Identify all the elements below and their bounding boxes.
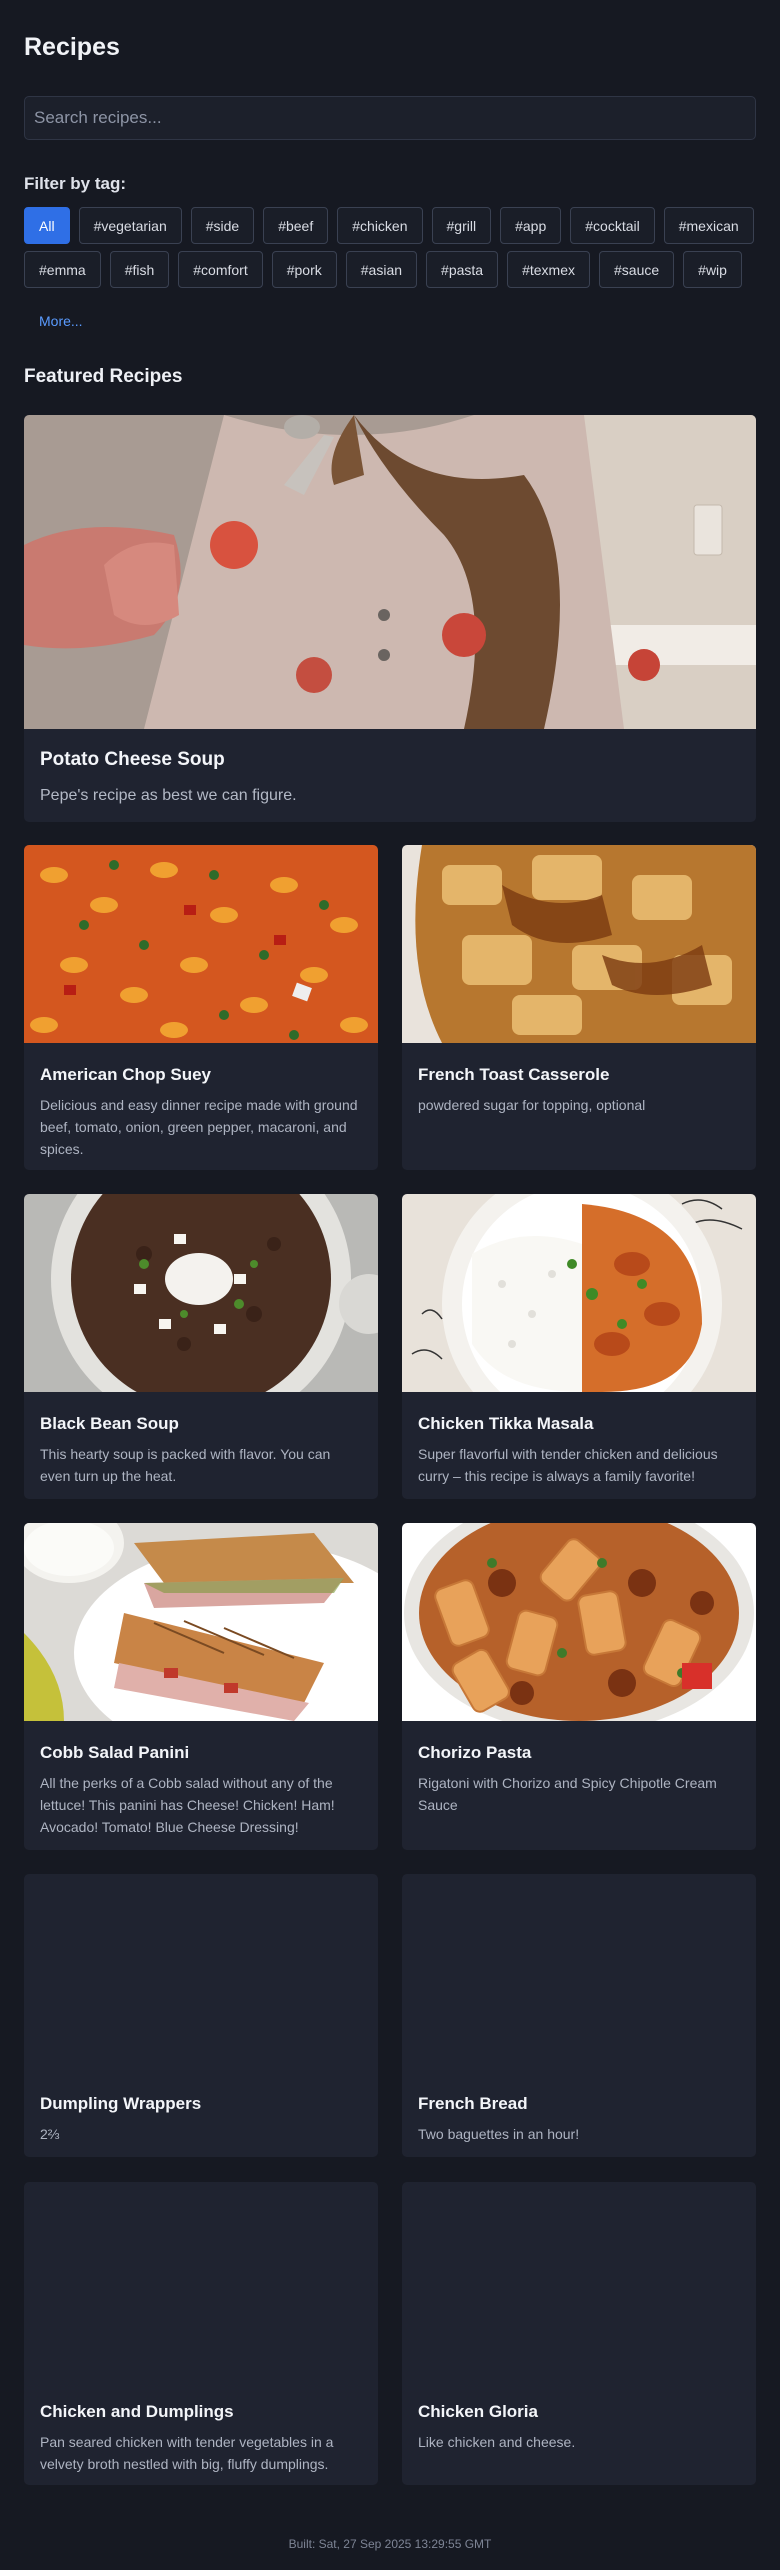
recipe-name[interactable]: Black Bean Soup (40, 1414, 362, 1434)
tag-list: All #vegetarian #side #beef #chicken #gr… (24, 207, 764, 288)
recipe-photo (24, 1194, 378, 1392)
recipe-card[interactable]: American Chop Suey Delicious and easy di… (24, 845, 378, 1170)
recipe-card[interactable]: Chicken and Dumplings Pan seared chicken… (24, 2182, 378, 2485)
recipe-description: Like chicken and cheese. (418, 2434, 576, 2450)
recipe-card[interactable]: Chorizo Pasta Rigatoni with Chorizo and … (402, 1523, 756, 1850)
recipe-description: Delicious and easy dinner recipe made wi… (40, 1097, 358, 1157)
recipe-photo (402, 1194, 756, 1392)
recipe-photo (24, 845, 378, 1043)
recipe-description: All the perks of a Cobb salad without an… (40, 1775, 335, 1835)
tag-fish[interactable]: #fish (109, 251, 170, 288)
tag-app[interactable]: #app (500, 207, 562, 244)
tag-pork[interactable]: #pork (271, 251, 337, 288)
recipe-name[interactable]: French Toast Casserole (418, 1065, 740, 1085)
tag-wip[interactable]: #wip (683, 251, 742, 288)
tag-grill[interactable]: #grill (431, 207, 492, 244)
build-timestamp: Built: Sat, 27 Sep 2025 13:29:55 GMT (288, 2537, 492, 2551)
tag-all[interactable]: All (24, 207, 70, 244)
tag-sauce[interactable]: #sauce (599, 251, 675, 288)
tag-asian[interactable]: #asian (345, 251, 418, 288)
recipe-name[interactable]: Chicken and Dumplings (40, 2402, 362, 2422)
recipe-name[interactable]: Dumpling Wrappers (40, 2094, 362, 2114)
recipe-description: Pan seared chicken with tender vegetable… (40, 2434, 334, 2472)
recipe-name[interactable]: French Bread (418, 2094, 740, 2114)
recipe-card[interactable]: Black Bean Soup This hearty soup is pack… (24, 1194, 378, 1499)
recipe-card[interactable]: Chicken Tikka Masala Super flavorful wit… (402, 1194, 756, 1499)
tag-mexican[interactable]: #mexican (663, 207, 754, 244)
tag-comfort[interactable]: #comfort (178, 251, 263, 288)
tag-texmex[interactable]: #texmex (507, 251, 590, 288)
tag-vegetarian[interactable]: #vegetarian (78, 207, 182, 244)
recipe-name[interactable]: American Chop Suey (40, 1065, 362, 1085)
recipe-photo (402, 1523, 756, 1721)
recipe-photo (402, 845, 756, 1043)
tag-emma[interactable]: #emma (24, 251, 101, 288)
featured-heading: Featured Recipes (24, 366, 183, 387)
recipe-name[interactable]: Chicken Gloria (418, 2402, 740, 2422)
recipe-card[interactable]: Dumpling Wrappers 2⅔ (24, 1874, 378, 2157)
recipe-card[interactable]: Cobb Salad Panini All the perks of a Cob… (24, 1523, 378, 1850)
recipe-card[interactable]: French Bread Two baguettes in an hour! (402, 1874, 756, 2157)
recipe-description: Pepe's recipe as best we can figure. (40, 787, 297, 804)
recipe-description: 2⅔ (40, 2126, 60, 2142)
recipe-card[interactable]: French Toast Casserole powdered sugar fo… (402, 845, 756, 1170)
recipe-description: Super flavorful with tender chicken and … (418, 1446, 718, 1484)
tag-pasta[interactable]: #pasta (426, 251, 499, 288)
recipe-name[interactable]: Chorizo Pasta (418, 1743, 740, 1763)
recipe-description: Two baguettes in an hour! (418, 2126, 580, 2142)
recipe-photo (24, 1523, 378, 1721)
featured-recipe-card[interactable]: Potato Cheese Soup Pepe's recipe as best… (24, 415, 756, 822)
recipe-name[interactable]: Cobb Salad Panini (40, 1743, 362, 1763)
recipe-description: powdered sugar for topping, optional (418, 1097, 646, 1113)
page-title: Recipes (24, 33, 120, 61)
recipe-name[interactable]: Potato Cheese Soup (40, 749, 740, 771)
tag-beef[interactable]: #beef (263, 207, 329, 244)
tag-side[interactable]: #side (190, 207, 255, 244)
search-input[interactable] (24, 96, 756, 140)
recipe-description: This hearty soup is packed with flavor. … (40, 1446, 331, 1484)
tag-chicken[interactable]: #chicken (337, 207, 423, 244)
tag-cocktail[interactable]: #cocktail (570, 207, 655, 244)
recipe-name[interactable]: Chicken Tikka Masala (418, 1414, 740, 1434)
recipe-description: Rigatoni with Chorizo and Spicy Chipotle… (418, 1775, 717, 1813)
filter-label: Filter by tag: (24, 174, 127, 193)
recipe-photo (24, 415, 756, 729)
more-tags-link[interactable]: More... (39, 313, 83, 329)
recipe-card[interactable]: Chicken Gloria Like chicken and cheese. (402, 2182, 756, 2485)
